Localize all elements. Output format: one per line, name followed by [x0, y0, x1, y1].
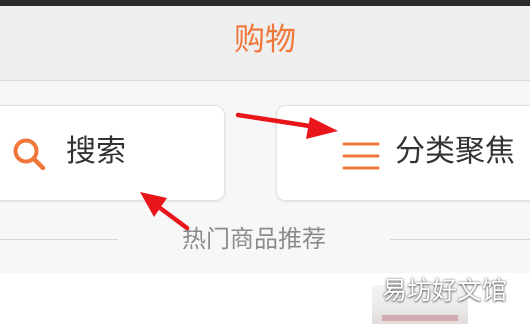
product-image-detail: [382, 315, 458, 321]
search-button[interactable]: 搜索: [0, 105, 225, 201]
search-icon: [13, 138, 46, 171]
category-label: 分类聚焦: [395, 134, 515, 169]
watermark: 易坊好文馆: [382, 276, 508, 305]
divider-left: [0, 239, 118, 240]
search-label: 搜索: [66, 134, 126, 169]
section-title: 热门商品推荐: [182, 225, 326, 253]
divider-right: [390, 239, 530, 240]
nav-bar: 购物: [0, 6, 530, 81]
menu-icon: [342, 142, 380, 170]
category-button[interactable]: 分类聚焦: [276, 105, 530, 201]
page-title: 购物: [234, 22, 296, 58]
